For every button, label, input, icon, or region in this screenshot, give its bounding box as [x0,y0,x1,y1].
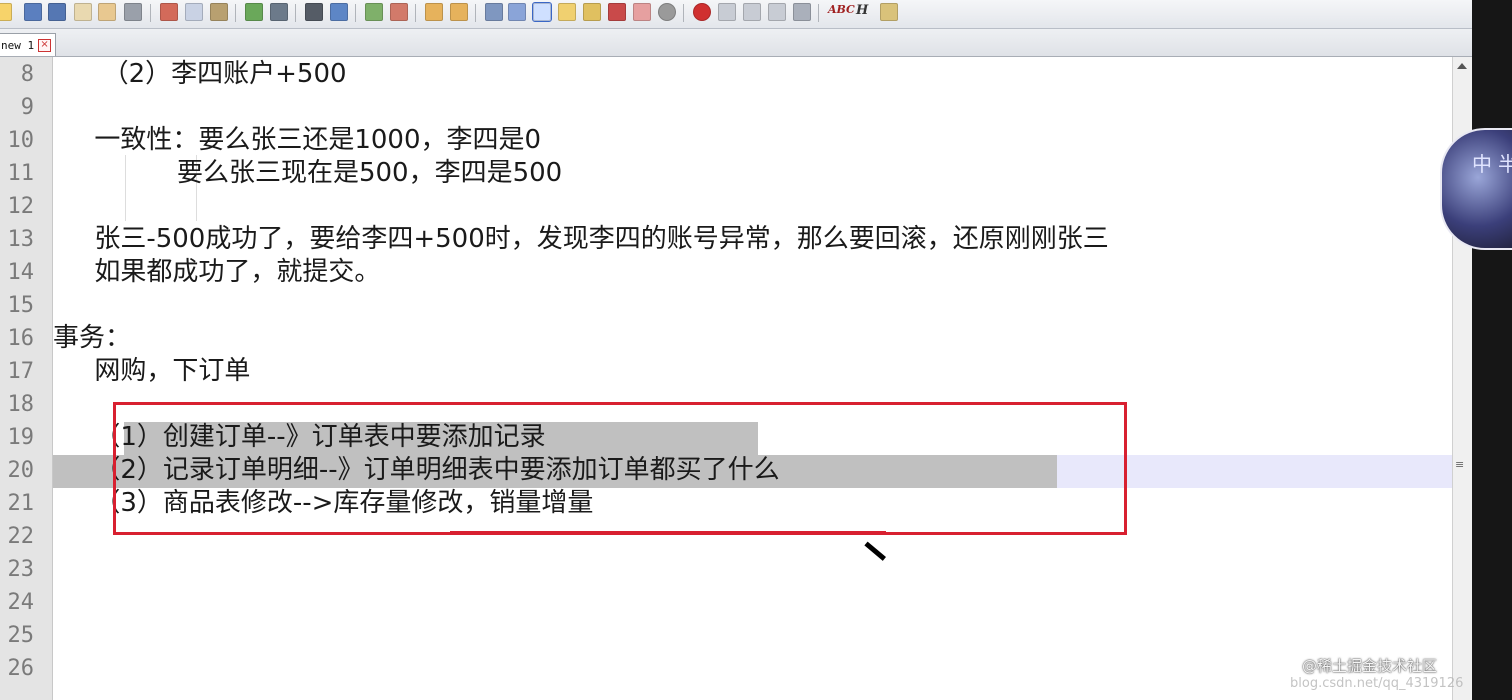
close-file-icon[interactable] [74,3,92,21]
code-line: 张三-500成功了，要给李四+500时，发现李四的账号异常，那么要回滚，还原刚刚… [53,224,1109,254]
doc-map-icon[interactable] [583,3,601,21]
save-all-icon[interactable] [48,3,66,21]
record-macro-icon[interactable] [693,3,711,21]
tab-label: new 1 [1,38,35,52]
toolbar-separator [355,4,356,22]
save-icon[interactable] [24,3,42,21]
tab-new-1[interactable]: new 1 × [0,33,57,56]
screen-edge [1472,0,1512,700]
plugin-icon[interactable] [880,3,898,21]
scroll-grip-icon[interactable]: ≡ [1455,458,1464,471]
toolbar-separator [150,4,151,22]
zoom-out-icon[interactable] [390,3,408,21]
monitor-icon[interactable] [658,3,676,21]
line-number: 8 [20,62,34,87]
line-number: 11 [7,161,35,186]
play-macro-icon[interactable] [743,3,761,21]
toolbar: ABC H [0,0,1472,29]
line-number: 15 [7,293,35,318]
code-line: 一致性：要么张三还是1000，李四是0 [53,125,542,155]
editor-area[interactable]: 8 9 10 11 12 13 14 15 16 17 18 19 20 21 … [0,57,1452,700]
paste-icon[interactable] [210,3,228,21]
function-list-icon[interactable] [608,3,626,21]
toolbar-separator [235,4,236,22]
toolbar-separator [818,4,819,22]
line-number: 16 [7,326,35,351]
code-line: （2）李四账户+500 [53,59,347,89]
pen-cursor-icon [864,541,886,561]
line-number: 21 [7,491,35,516]
find-icon[interactable] [305,3,323,21]
toolbar-separator [475,4,476,22]
code-line: 网购，下订单 [53,356,251,386]
tab-bar: new 1 × [0,29,1472,57]
run-macro-multiple-icon[interactable] [768,3,786,21]
toolbar-separator [415,4,416,22]
line-number: 25 [7,623,35,648]
scroll-up-icon[interactable] [1457,63,1467,69]
close-all-icon[interactable] [98,3,116,21]
line-number: 23 [7,557,35,582]
undo-icon[interactable] [245,3,263,21]
code-line: 要么张三现在是500，李四是500 [53,158,563,188]
save-macro-icon[interactable] [793,3,811,21]
line-number: 26 [7,656,35,681]
line-number: 9 [20,95,34,120]
source-watermark: blog.csdn.net/qq_4319126 [1290,676,1464,691]
print-icon[interactable] [124,3,142,21]
copy-icon[interactable] [185,3,203,21]
stop-macro-icon[interactable] [718,3,736,21]
site-watermark: @稀土掘金技术社区 [1302,657,1438,675]
sync-horizontal-icon[interactable] [450,3,468,21]
line-number: 13 [7,227,35,252]
line-number: 19 [7,425,35,450]
cut-icon[interactable] [160,3,178,21]
spell-check-icon[interactable]: ABC [828,3,855,16]
line-number: 12 [7,194,35,219]
annotation-underline [450,531,886,535]
close-icon[interactable]: × [38,38,52,52]
annotation-box [113,402,1127,535]
zoom-in-icon[interactable] [365,3,383,21]
replace-icon[interactable] [330,3,348,21]
code-line: 事务： [53,323,132,353]
user-language-icon[interactable] [558,3,576,21]
line-number: 22 [7,524,35,549]
line-number: 18 [7,392,35,417]
new-file-icon[interactable] [0,3,12,21]
line-number: 20 [7,458,35,483]
show-all-chars-icon[interactable] [508,3,526,21]
sync-vertical-icon[interactable] [425,3,443,21]
line-number: 14 [7,260,35,285]
line-number: 24 [7,590,35,615]
word-wrap-icon[interactable] [485,3,503,21]
floating-ball-label: 中半 [1472,152,1512,176]
heading-icon[interactable]: H [856,3,868,18]
redo-icon[interactable] [270,3,288,21]
toolbar-separator [683,4,684,22]
folder-workspace-icon[interactable] [633,3,651,21]
floating-assistant-ball[interactable]: 中半 [1440,128,1512,250]
indent-guide-icon[interactable] [532,2,552,22]
toolbar-separator [295,4,296,22]
line-number: 10 [7,128,35,153]
editor-window: ABC H new 1 × 8 9 10 11 12 13 14 15 16 1… [0,0,1472,700]
line-number: 17 [7,359,35,384]
code-line: 如果都成功了，就提交。 [53,257,381,287]
